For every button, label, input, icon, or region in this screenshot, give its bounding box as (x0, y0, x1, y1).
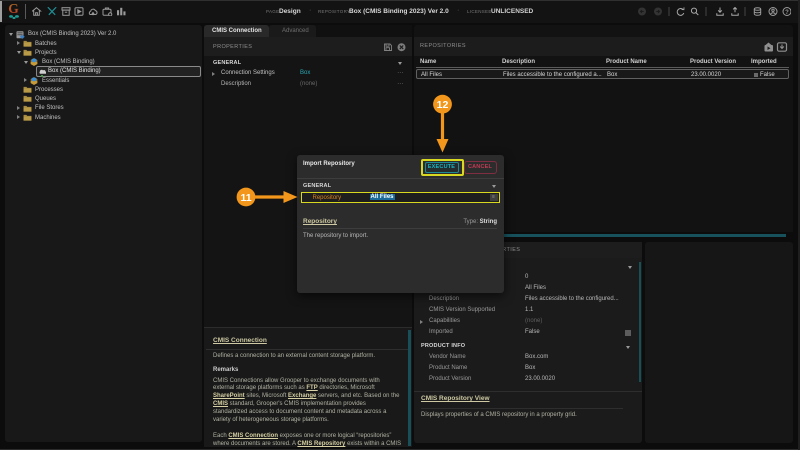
svg-text:11: 11 (240, 192, 251, 204)
svg-text:12: 12 (437, 99, 449, 111)
